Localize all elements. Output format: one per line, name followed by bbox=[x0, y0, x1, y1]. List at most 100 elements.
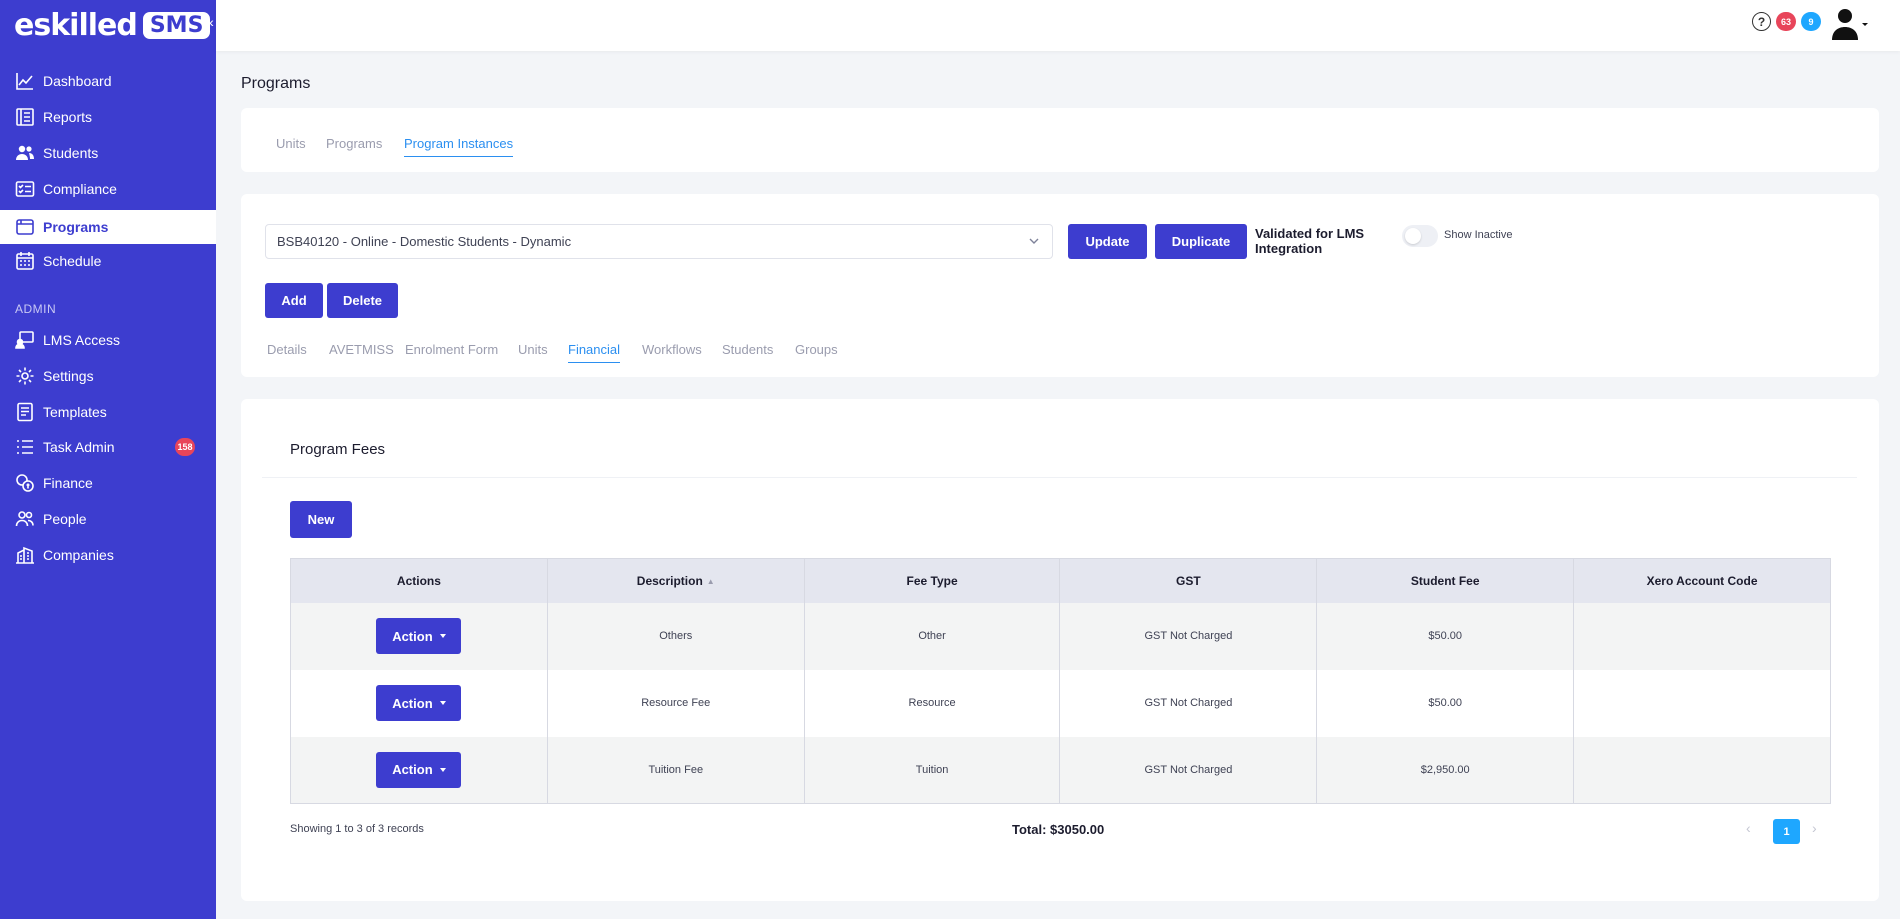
program-instance-select-value: BSB40120 - Online - Domestic Students - … bbox=[277, 234, 572, 249]
program-instance-select[interactable]: BSB40120 - Online - Domestic Students - … bbox=[265, 224, 1053, 259]
tab-units[interactable]: Units bbox=[276, 136, 306, 151]
admin-section-heading: ADMIN bbox=[15, 302, 57, 316]
sidebar-item-compliance[interactable]: Compliance bbox=[0, 174, 216, 204]
student-fee-cell: $2,950.00 bbox=[1316, 736, 1574, 804]
sidebar-item-label: Reports bbox=[43, 109, 93, 125]
page-title: Programs bbox=[241, 75, 311, 92]
sidebar-item-companies[interactable]: Companies bbox=[0, 540, 216, 570]
tab-program-instances[interactable]: Program Instances bbox=[404, 136, 514, 157]
sidebar-item-label: Schedule bbox=[43, 253, 102, 269]
pagination-prev-icon[interactable]: ‹ bbox=[1746, 820, 1751, 836]
tasks-icon bbox=[17, 440, 33, 454]
new-fee-button[interactable]: New bbox=[290, 501, 352, 538]
actions-cell: Action bbox=[290, 736, 548, 804]
column-header-gst[interactable]: GST bbox=[1059, 558, 1317, 603]
records-summary: Showing 1 to 3 of 3 records bbox=[290, 823, 424, 835]
actions-cell: Action bbox=[290, 602, 548, 670]
row-action-label: Action bbox=[392, 762, 433, 778]
subtab-enrolment-form[interactable]: Enrolment Form bbox=[405, 342, 498, 357]
student-fee-cell: $50.00 bbox=[1316, 669, 1574, 737]
page-tabs-card: Units Programs Program Instances bbox=[241, 108, 1879, 172]
sidebar-item-templates[interactable]: Templates bbox=[0, 397, 216, 427]
subtab-groups[interactable]: Groups bbox=[795, 342, 838, 357]
buildings-icon bbox=[16, 546, 34, 564]
sidebar-item-finance[interactable]: Finance bbox=[0, 468, 216, 498]
column-header-description-label: Description bbox=[636, 573, 703, 588]
program-fees-title: Program Fees bbox=[290, 441, 386, 458]
pagination-page-1[interactable]: 1 bbox=[1773, 819, 1800, 844]
subtab-avetmiss[interactable]: AVETMISS bbox=[329, 342, 394, 357]
calendar-icon bbox=[16, 252, 34, 270]
lms-icon bbox=[15, 331, 34, 349]
caret-down-icon bbox=[439, 767, 446, 772]
logo-badge: SMS bbox=[142, 11, 211, 39]
caret-down-icon bbox=[439, 634, 446, 638]
column-header-description[interactable]: Description ▲ bbox=[546, 558, 805, 603]
caret-down-icon bbox=[439, 701, 446, 705]
users-icon bbox=[16, 145, 34, 160]
subtab-workflows[interactable]: Workflows bbox=[642, 342, 702, 357]
fees-total: Total: $3050.00 bbox=[1012, 822, 1105, 837]
gst-cell: GST Not Charged bbox=[1059, 602, 1317, 670]
gst-cell: GST Not Charged bbox=[1059, 736, 1317, 804]
sidebar-item-label: LMS Access bbox=[43, 332, 121, 348]
report-icon bbox=[16, 108, 34, 126]
subtab-units[interactable]: Units bbox=[518, 342, 548, 357]
subtab-details[interactable]: Details bbox=[267, 342, 307, 357]
gst-cell: GST Not Charged bbox=[1059, 669, 1317, 737]
column-header-fee-type[interactable]: Fee Type bbox=[803, 558, 1060, 603]
add-button[interactable]: Add bbox=[265, 283, 323, 318]
table-row: Action Resource Fee Resource GST Not Cha… bbox=[290, 669, 1831, 737]
sidebar-item-programs[interactable]: Programs bbox=[0, 210, 216, 244]
row-action-button[interactable]: Action bbox=[376, 751, 462, 788]
chevron-down-icon bbox=[1029, 238, 1039, 244]
xero-code-cell bbox=[1573, 669, 1831, 737]
sidebar-item-task-admin[interactable]: Task Admin 158 bbox=[0, 432, 216, 462]
duplicate-button[interactable]: Duplicate bbox=[1155, 224, 1247, 259]
sidebar-item-students[interactable]: Students bbox=[0, 138, 216, 168]
sidebar-item-dashboard[interactable]: Dashboard bbox=[0, 66, 216, 96]
delete-button[interactable]: Delete bbox=[327, 283, 398, 318]
notification-badge[interactable]: 63 bbox=[1776, 12, 1796, 31]
fee-type-cell: Other bbox=[803, 602, 1060, 670]
pagination-next-icon[interactable]: › bbox=[1812, 820, 1817, 836]
actions-cell: Action bbox=[290, 669, 548, 737]
sidebar-item-label: Compliance bbox=[43, 181, 117, 197]
user-avatar-icon[interactable] bbox=[1830, 7, 1868, 41]
row-action-button[interactable]: Action bbox=[376, 685, 462, 721]
sidebar-item-label: Programs bbox=[43, 219, 109, 235]
gear-icon bbox=[16, 367, 34, 385]
subtab-financial[interactable]: Financial bbox=[568, 342, 621, 363]
message-badge[interactable]: 9 bbox=[1801, 12, 1821, 31]
show-inactive-toggle[interactable] bbox=[1402, 225, 1438, 247]
sidebar-item-lms-access[interactable]: LMS Access bbox=[0, 325, 216, 355]
sidebar-item-people[interactable]: People bbox=[0, 504, 216, 534]
table-row: Action Others Other GST Not Charged $50.… bbox=[290, 602, 1831, 670]
divider bbox=[262, 477, 1857, 478]
collapse-sidebar-icon[interactable]: « bbox=[206, 14, 214, 30]
description-cell: Others bbox=[546, 602, 805, 670]
sidebar-item-settings[interactable]: Settings bbox=[0, 361, 216, 391]
logo-text: eskilled bbox=[14, 7, 138, 43]
program-fees-table: Actions Description ▲ Fee Type GST Studen… bbox=[290, 558, 1831, 804]
row-action-label: Action bbox=[392, 695, 433, 711]
column-header-student-fee[interactable]: Student Fee bbox=[1316, 558, 1574, 603]
row-action-label: Action bbox=[392, 628, 433, 644]
table-header-row: Actions Description ▲ Fee Type GST Studen… bbox=[290, 558, 1831, 603]
column-header-xero-account-code[interactable]: Xero Account Code bbox=[1573, 558, 1831, 603]
sidebar-item-label: Dashboard bbox=[43, 73, 112, 89]
help-icon[interactable]: ? bbox=[1752, 12, 1771, 31]
table-row: Action Tuition Fee Tuition GST Not Charg… bbox=[290, 736, 1831, 804]
tab-programs[interactable]: Programs bbox=[326, 136, 382, 151]
sidebar: eskilled SMS « Dashboard Reports Student… bbox=[0, 0, 216, 919]
logo[interactable]: eskilled SMS bbox=[14, 6, 211, 44]
subtab-students[interactable]: Students bbox=[722, 342, 773, 357]
xero-code-cell bbox=[1573, 602, 1831, 670]
row-action-button[interactable]: Action bbox=[376, 618, 462, 654]
sidebar-item-reports[interactable]: Reports bbox=[0, 102, 216, 132]
student-fee-cell: $50.00 bbox=[1316, 602, 1574, 670]
validated-lms-label: Validated for LMS Integration bbox=[1255, 226, 1365, 256]
window-icon bbox=[16, 219, 34, 235]
sidebar-item-schedule[interactable]: Schedule bbox=[0, 246, 216, 276]
update-button[interactable]: Update bbox=[1068, 224, 1147, 259]
